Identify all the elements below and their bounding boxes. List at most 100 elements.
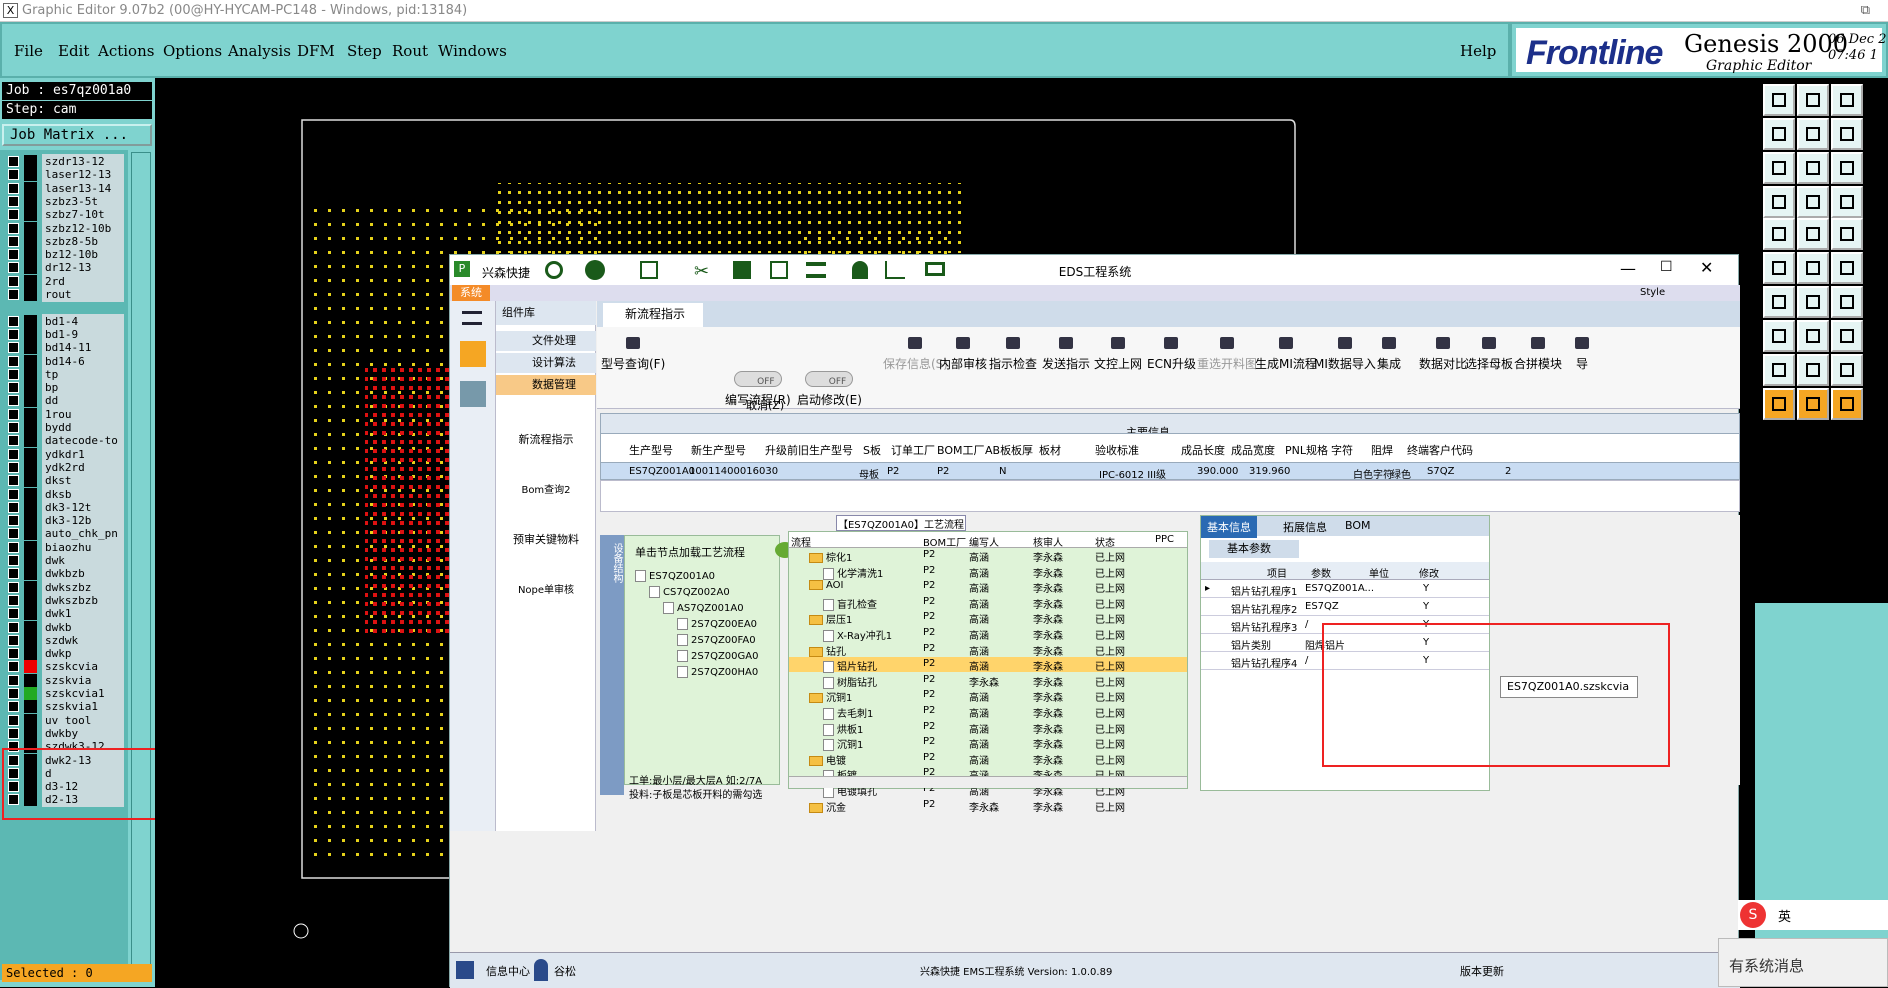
main-col-header[interactable]: PNL规格 bbox=[1285, 442, 1328, 458]
flow-col-header[interactable]: 流程 bbox=[791, 534, 811, 549]
layer-row[interactable]: rout bbox=[4, 287, 124, 302]
calculator-icon[interactable] bbox=[460, 381, 486, 407]
layer-checkbox[interactable] bbox=[8, 435, 19, 447]
tree-node[interactable]: 2S7QZ00GA0 bbox=[677, 650, 758, 662]
tool-button[interactable] bbox=[1831, 218, 1863, 250]
tree-node[interactable]: 2S7QZ00FA0 bbox=[677, 634, 756, 646]
menu-rout[interactable]: Rout bbox=[392, 42, 428, 60]
main-col-header[interactable]: 板材 bbox=[1039, 442, 1061, 458]
quick-nope[interactable]: Nope单审核 bbox=[496, 551, 596, 601]
layer-checkbox[interactable] bbox=[8, 688, 19, 699]
layer-checkbox[interactable] bbox=[8, 222, 19, 234]
tool-button[interactable] bbox=[1831, 354, 1863, 386]
ribbon-button[interactable]: 指示检查 bbox=[989, 337, 1037, 372]
main-col-header[interactable]: AB板 bbox=[985, 442, 1011, 458]
layer-checkbox[interactable] bbox=[8, 382, 19, 394]
windows-icon[interactable] bbox=[456, 961, 474, 979]
flow-col-header[interactable]: PPC bbox=[1155, 534, 1174, 545]
layer-checkbox[interactable] bbox=[8, 488, 19, 500]
layer-checkbox[interactable] bbox=[8, 701, 19, 713]
ribbon-button[interactable]: 发送指示 bbox=[1042, 337, 1090, 372]
info-tab[interactable]: 基本信息 bbox=[1201, 516, 1257, 538]
layer-checkbox[interactable] bbox=[8, 328, 19, 340]
tree-node[interactable]: CS7QZ002A0 bbox=[649, 586, 730, 598]
restore-icon[interactable]: ⧉ bbox=[1861, 0, 1870, 22]
nav-design[interactable]: 设计算法 bbox=[496, 353, 596, 373]
main-col-header[interactable]: BOM工厂 bbox=[937, 442, 985, 458]
main-col-header[interactable]: 成品长度 bbox=[1181, 442, 1225, 458]
tool-button[interactable] bbox=[1763, 218, 1795, 250]
style-menu[interactable]: Style bbox=[1640, 287, 1665, 298]
param-modify[interactable]: Y bbox=[1423, 601, 1429, 612]
layer-checkbox[interactable] bbox=[8, 422, 19, 433]
flow-row[interactable]: 去毛刺1 P2 高涵 李永森 已上网 bbox=[789, 704, 1187, 720]
layer-checkbox[interactable] bbox=[8, 315, 19, 327]
menu-analysis[interactable]: Analysis bbox=[228, 42, 291, 60]
tool-button[interactable] bbox=[1797, 218, 1829, 250]
layer-checkbox[interactable] bbox=[8, 634, 19, 646]
ribbon-button[interactable]: 文控上网 bbox=[1094, 337, 1142, 372]
param-modify[interactable]: Y bbox=[1423, 583, 1429, 594]
tool-button[interactable] bbox=[1831, 186, 1863, 218]
tool-button[interactable] bbox=[1763, 186, 1795, 218]
layer-checkbox[interactable] bbox=[8, 594, 19, 606]
layer-checkbox[interactable] bbox=[8, 209, 19, 221]
tool-button[interactable] bbox=[1831, 84, 1863, 116]
tool-button[interactable] bbox=[1763, 320, 1795, 352]
layer-checkbox[interactable] bbox=[8, 408, 19, 420]
tool-button[interactable] bbox=[1797, 320, 1829, 352]
ribbon-button[interactable]: ECN升级 bbox=[1147, 337, 1196, 372]
maximize-button[interactable]: ☐ bbox=[1660, 259, 1673, 275]
sogou-icon[interactable]: S bbox=[1740, 902, 1766, 928]
main-col-header[interactable]: 字符 bbox=[1331, 442, 1353, 458]
ribbon-button[interactable]: 重选开料图 bbox=[1197, 337, 1257, 372]
layer-checkbox[interactable] bbox=[8, 674, 19, 686]
flow-col-header[interactable]: 编写人 bbox=[969, 534, 999, 549]
layer-checkbox[interactable] bbox=[8, 249, 19, 261]
ribbon-button[interactable]: 数据对比 bbox=[1419, 337, 1467, 372]
info-tab[interactable]: 拓展信息 bbox=[1277, 516, 1333, 538]
quick-review[interactable]: 预审关键物料 bbox=[496, 501, 596, 551]
layer-checkbox[interactable] bbox=[8, 555, 19, 566]
ribbon-button[interactable]: 生成MI流程 bbox=[1255, 337, 1317, 372]
flow-row[interactable]: 烘板1 P2 高涵 李永森 已上网 bbox=[789, 720, 1187, 736]
flow-row[interactable]: 树脂钻孔 P2 李永森 李永森 已上网 bbox=[789, 673, 1187, 689]
info-tab[interactable]: BOM bbox=[1339, 516, 1377, 535]
tool-button[interactable] bbox=[1797, 118, 1829, 150]
flow-col-header[interactable]: BOM工厂 bbox=[923, 534, 966, 549]
ribbon-button[interactable]: 内部审核 bbox=[939, 337, 987, 372]
tool-button[interactable] bbox=[1763, 118, 1795, 150]
layer-checkbox[interactable] bbox=[8, 621, 19, 633]
layer-checkbox[interactable] bbox=[8, 262, 19, 274]
flow-row[interactable]: AOI P2 高涵 李永森 已上网 bbox=[789, 579, 1187, 595]
tool-button[interactable] bbox=[1797, 286, 1829, 318]
tool-button[interactable] bbox=[1763, 252, 1795, 284]
tree-node[interactable]: 2S7QZ00HA0 bbox=[677, 666, 758, 678]
tool-button[interactable] bbox=[1763, 388, 1795, 420]
hamburger-icon[interactable] bbox=[462, 311, 482, 325]
tool-button[interactable] bbox=[1797, 354, 1829, 386]
layer-checkbox[interactable] bbox=[8, 608, 19, 620]
tool-button[interactable] bbox=[1831, 320, 1863, 352]
ime-language[interactable]: 英 bbox=[1778, 906, 1791, 925]
info-center[interactable]: 信息中心 bbox=[486, 963, 530, 979]
param-row[interactable]: 铝片钻孔程序2 ES7QZ Y bbox=[1201, 598, 1489, 616]
job-matrix-button[interactable]: Job Matrix ... bbox=[2, 124, 152, 146]
layer-checkbox[interactable] bbox=[8, 714, 19, 726]
layer-checkbox[interactable] bbox=[8, 342, 19, 354]
tool-button[interactable] bbox=[1763, 152, 1795, 184]
ribbon-button[interactable]: 集成 bbox=[1377, 337, 1401, 372]
tool-button[interactable] bbox=[1763, 286, 1795, 318]
side-tab-structure[interactable]: 设备结构 bbox=[600, 535, 624, 795]
tool-button[interactable] bbox=[1831, 118, 1863, 150]
main-col-header[interactable]: 验收标准 bbox=[1095, 442, 1139, 458]
layer-checkbox[interactable] bbox=[8, 395, 19, 407]
layer-checkbox[interactable] bbox=[8, 661, 19, 673]
ribbon-button[interactable]: 导 bbox=[1575, 337, 1589, 372]
layer-checkbox[interactable] bbox=[8, 235, 19, 247]
flow-row[interactable]: 沉铜1 P2 高涵 李永森 已上网 bbox=[789, 735, 1187, 752]
tool-button[interactable] bbox=[1831, 252, 1863, 284]
tool-button[interactable] bbox=[1831, 152, 1863, 184]
layer-checkbox[interactable] bbox=[8, 355, 19, 367]
tool-button[interactable] bbox=[1797, 84, 1829, 116]
